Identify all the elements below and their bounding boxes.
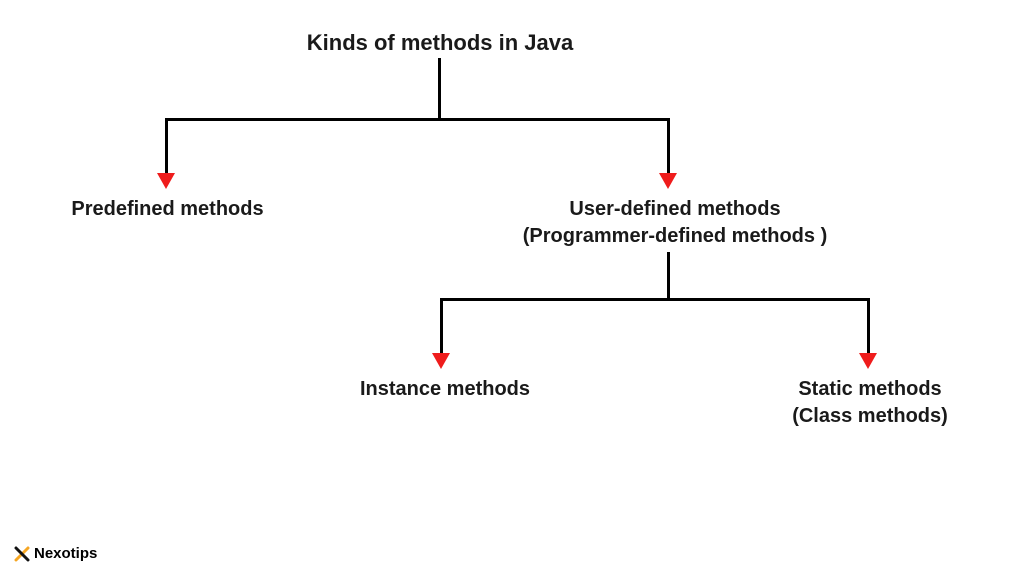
arrow-down-icon [157, 173, 175, 189]
node-static-line1: Static methods [760, 376, 980, 403]
connector-line [438, 58, 441, 120]
brand-name: Nexotips [34, 545, 97, 562]
brand-badge: Nexotips [14, 545, 97, 562]
connector-line [867, 298, 870, 353]
connector-line [440, 298, 443, 353]
arrow-down-icon [432, 353, 450, 369]
node-user-defined-line2: (Programmer-defined methods ) [480, 223, 870, 250]
node-user-defined-methods: User-defined methods (Programmer-defined… [480, 196, 870, 250]
connector-line [667, 118, 670, 173]
connector-line [165, 118, 670, 121]
arrow-down-icon [859, 353, 877, 369]
brand-logo-icon [14, 546, 30, 562]
connector-line [667, 252, 670, 300]
diagram-title: Kinds of methods in Java [265, 28, 615, 58]
node-static-line2: (Class methods) [760, 403, 980, 430]
connector-line [165, 118, 168, 173]
node-instance-methods: Instance methods [340, 376, 550, 403]
arrow-down-icon [659, 173, 677, 189]
node-user-defined-line1: User-defined methods [480, 196, 870, 223]
node-predefined-methods: Predefined methods [55, 196, 280, 223]
connector-line [440, 298, 870, 301]
node-static-methods: Static methods (Class methods) [760, 376, 980, 430]
